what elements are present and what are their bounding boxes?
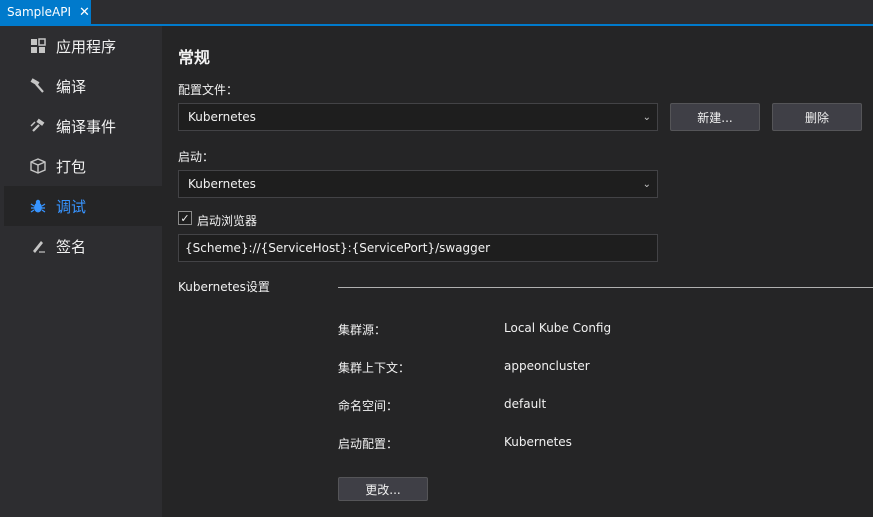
launch-browser-checkbox[interactable]: ✓ xyxy=(178,211,192,225)
sidebar-item-label: 编译 xyxy=(56,77,87,96)
sidebar-item-package[interactable]: 打包 xyxy=(4,146,162,186)
sidebar-item-application[interactable]: 应用程序 xyxy=(4,26,162,66)
namespace-label: 命名空间： xyxy=(338,399,399,413)
launch-select[interactable]: Kubernetes ⌄ xyxy=(178,170,658,198)
check-icon: ✓ xyxy=(180,211,190,225)
debug-settings-panel: 常规 配置文件： Kubernetes ⌄ 新建... 删除 启动： Kuber… xyxy=(162,26,873,517)
browser-url-input[interactable]: {Scheme}://{ServiceHost}:{ServicePort}/s… xyxy=(178,234,658,262)
tab-sampleapi[interactable]: SampleAPI ✕ xyxy=(0,0,91,24)
profile-value: Kubernetes xyxy=(188,110,256,124)
sidebar-item-build-events[interactable]: 编译事件 xyxy=(4,106,162,146)
launch-value: Kubernetes xyxy=(188,177,256,191)
close-icon[interactable]: ✕ xyxy=(79,6,90,19)
tab-title: SampleAPI xyxy=(7,5,71,19)
sidebar-item-build[interactable]: 编译 xyxy=(4,66,162,106)
properties-sidebar: 应用程序 编译 编译事件 打包 调试 签名 xyxy=(0,26,162,517)
profile-label: 配置文件： xyxy=(178,83,239,97)
sidebar-item-debug[interactable]: 调试 xyxy=(4,186,162,226)
section-title: 常规 xyxy=(178,48,211,67)
sidebar-item-label: 应用程序 xyxy=(56,37,117,56)
signing-icon xyxy=(28,236,48,256)
package-icon xyxy=(28,156,48,176)
bug-icon xyxy=(28,196,48,216)
browser-url-value: {Scheme}://{ServiceHost}:{ServicePort}/s… xyxy=(185,241,491,255)
hammer-icon xyxy=(28,76,48,96)
cluster-context-label: 集群上下文： xyxy=(338,361,411,375)
profile-select[interactable]: Kubernetes ⌄ xyxy=(178,103,658,131)
change-button[interactable]: 更改... xyxy=(338,477,428,501)
cluster-source-label: 集群源： xyxy=(338,323,387,337)
chevron-down-icon: ⌄ xyxy=(642,112,651,123)
build-events-icon xyxy=(28,116,48,136)
sidebar-item-label: 签名 xyxy=(56,237,87,256)
cluster-source-value: Local Kube Config xyxy=(504,321,612,335)
launch-config-value: Kubernetes xyxy=(504,435,572,449)
launch-browser-label: 启动浏览器 xyxy=(197,214,258,228)
launch-config-label: 启动配置： xyxy=(338,437,399,451)
application-icon xyxy=(28,36,48,56)
cluster-context-value: appeoncluster xyxy=(504,359,590,373)
sidebar-item-label: 调试 xyxy=(56,197,87,216)
chevron-down-icon: ⌄ xyxy=(642,179,651,190)
section-divider xyxy=(338,287,873,288)
delete-profile-button[interactable]: 删除 xyxy=(772,103,862,131)
namespace-value: default xyxy=(504,397,547,411)
new-profile-button[interactable]: 新建... xyxy=(670,103,760,131)
sidebar-item-label: 打包 xyxy=(56,157,87,176)
launch-label: 启动： xyxy=(178,150,215,164)
document-tab-bar: SampleAPI ✕ xyxy=(0,0,873,26)
sidebar-item-signing[interactable]: 签名 xyxy=(4,226,162,266)
k8s-section-label: Kubernetes设置 xyxy=(178,280,270,294)
sidebar-item-label: 编译事件 xyxy=(56,117,117,136)
